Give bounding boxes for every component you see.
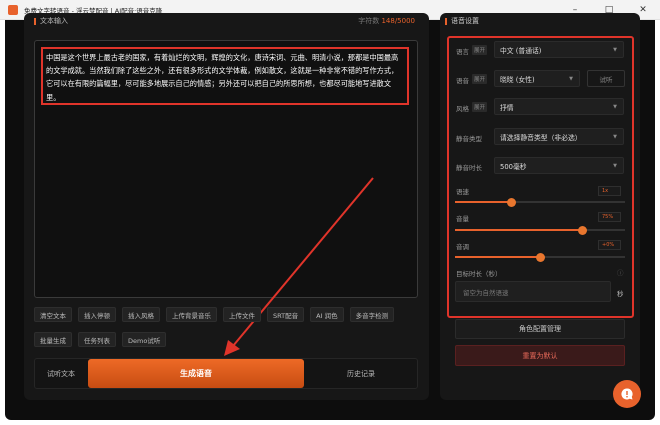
listen-text-button[interactable]: 试听文本 <box>35 359 87 388</box>
caret-down-icon: ▼ <box>613 46 617 53</box>
word-count: 字符数 148/5000 <box>358 17 415 25</box>
style-label: 风格 <box>456 105 469 113</box>
volume-value[interactable]: 75% <box>598 212 621 222</box>
caret-down-icon: ▼ <box>613 133 617 140</box>
demo-listen-button[interactable]: Demo试听 <box>122 332 167 347</box>
section-marker <box>445 17 447 25</box>
srt-dub-button[interactable]: SRT配音 <box>267 307 305 322</box>
chat-help-button[interactable] <box>613 380 641 408</box>
caret-down-icon: ▼ <box>569 75 573 82</box>
clear-text-button[interactable]: 清空文本 <box>34 307 72 322</box>
reset-default-button[interactable]: 重置为默认 <box>455 345 625 366</box>
caret-down-icon: ▼ <box>613 162 617 169</box>
rate-slider[interactable] <box>455 197 625 207</box>
silence-type-select[interactable]: 请选择静音类型（非必选） ▼ <box>494 128 624 145</box>
app-logo-icon <box>8 4 18 15</box>
volume-label: 音量 <box>456 215 469 223</box>
language-label: 语言 <box>456 48 469 56</box>
voice-settings-header: 语音设置 <box>445 16 479 26</box>
volume-slider[interactable] <box>455 225 625 235</box>
history-button[interactable]: 历史记录 <box>305 359 417 388</box>
section-marker <box>34 17 36 25</box>
style-expand-button[interactable]: 展开 <box>472 102 488 112</box>
upload-file-button[interactable]: 上传文件 <box>223 307 261 322</box>
pitch-label: 音调 <box>456 243 469 251</box>
language-expand-button[interactable]: 展开 <box>472 45 488 55</box>
audition-button[interactable]: 试听 <box>587 70 625 87</box>
role-config-button[interactable]: 角色配置管理 <box>455 319 625 339</box>
voice-label: 语音 <box>456 77 469 85</box>
toolbar-row-1: 清空文本 插入停顿 插入风格 上传背景音乐 上传文件 SRT配音 AI 润色 多… <box>34 307 395 322</box>
text-input-title: 文本输入 <box>40 17 68 25</box>
insert-pause-button[interactable]: 插入停顿 <box>78 307 116 322</box>
silence-type-label: 静音类型 <box>456 135 482 143</box>
language-select[interactable]: 中文 (普通话) ▼ <box>494 41 624 58</box>
text-editor[interactable]: 中国是这个世界上最古老的国家，有着灿烂的文明，辉煌的文化，唐诗宋词、元曲、明清小… <box>34 40 418 298</box>
rate-value[interactable]: 1x <box>598 186 621 196</box>
style-value: 抒情 <box>500 103 514 112</box>
caret-down-icon: ▼ <box>613 103 617 110</box>
pitch-slider-knob[interactable] <box>535 252 545 262</box>
silence-duration-value: 500毫秒 <box>500 162 527 171</box>
style-select[interactable]: 抒情 ▼ <box>494 98 624 115</box>
voice-value: 晓晓 (女性) <box>500 75 535 84</box>
upload-bgm-button[interactable]: 上传背景音乐 <box>166 307 217 322</box>
batch-generate-button[interactable]: 批量生成 <box>34 332 72 347</box>
voice-expand-button[interactable]: 展开 <box>472 74 488 84</box>
pitch-slider[interactable] <box>455 252 625 262</box>
rate-slider-fill <box>455 201 512 203</box>
silence-type-value: 请选择静音类型（非必选） <box>500 133 582 142</box>
target-duration-input[interactable]: 留空为自然语速 <box>455 281 611 302</box>
pitch-slider-fill <box>455 256 540 258</box>
task-list-button[interactable]: 任务列表 <box>78 332 116 347</box>
generate-speech-button[interactable]: 生成语音 <box>88 359 304 388</box>
pitch-value[interactable]: +0% <box>598 240 621 250</box>
rate-slider-knob[interactable] <box>506 197 516 207</box>
rate-label: 语速 <box>456 188 469 196</box>
ai-polish-button[interactable]: AI 润色 <box>310 307 344 322</box>
seconds-unit: 秒 <box>617 290 624 298</box>
silence-duration-select[interactable]: 500毫秒 ▼ <box>494 157 624 174</box>
volume-slider-fill <box>455 229 583 231</box>
chat-help-icon <box>621 388 633 400</box>
silence-duration-label: 静音时长 <box>456 164 482 172</box>
voice-settings-title: 语音设置 <box>451 17 479 25</box>
target-duration-label: 目标时长（秒） <box>456 270 502 278</box>
language-value: 中文 (普通话) <box>500 46 542 55</box>
polyphone-check-button[interactable]: 多音字检测 <box>349 307 395 322</box>
insert-style-button[interactable]: 插入风格 <box>122 307 160 322</box>
voice-select[interactable]: 晓晓 (女性) ▼ <box>494 70 580 87</box>
info-icon: ⓘ <box>617 269 624 277</box>
toolbar-row-2: 批量生成 任务列表 Demo试听 <box>34 332 167 347</box>
action-bar: 试听文本 生成语音 历史记录 <box>34 358 418 389</box>
text-content[interactable]: 中国是这个世界上最古老的国家，有着灿烂的文明，辉煌的文化，唐诗宋词、元曲、明清小… <box>41 47 409 105</box>
volume-slider-knob[interactable] <box>578 225 587 235</box>
